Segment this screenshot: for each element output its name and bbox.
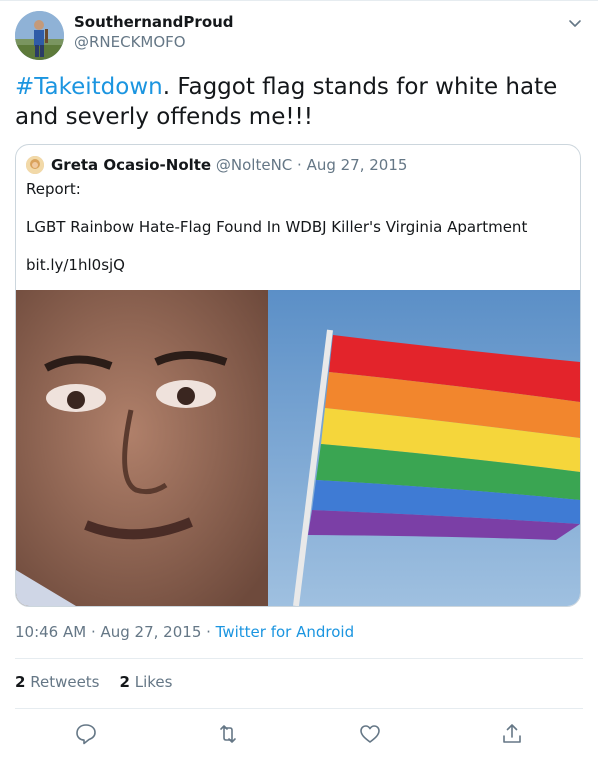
timestamp-text[interactable]: 10:46 AM · Aug 27, 2015 xyxy=(15,623,201,641)
retweet-icon xyxy=(220,725,236,743)
hashtag-link[interactable]: #Takeitdown xyxy=(15,74,163,100)
share-icon xyxy=(503,724,521,743)
author-name[interactable]: SouthernandProud xyxy=(74,13,234,31)
author-avatar[interactable] xyxy=(15,11,64,60)
quoted-text-line: Report: xyxy=(26,180,81,198)
quoted-author-name: Greta Ocasio-Nolte xyxy=(51,156,212,174)
quoted-author-handle: @NolteNC xyxy=(215,156,293,174)
reply-button[interactable] xyxy=(74,722,98,746)
likes-count: 2 xyxy=(119,673,130,691)
tweet-card: SouthernandProud @RNECKMOFO #Takeitdown.… xyxy=(0,0,598,757)
quoted-date: Aug 27, 2015 xyxy=(306,156,408,174)
quoted-separator: · xyxy=(292,156,307,174)
tweet-stats: 2 Retweets 2 Likes xyxy=(15,673,172,691)
tweet-timestamp: 10:46 AM · Aug 27, 2015 · Twitter for An… xyxy=(15,623,354,641)
top-divider xyxy=(0,0,598,1)
retweet-button[interactable] xyxy=(216,722,240,746)
likes-label: Likes xyxy=(134,673,173,691)
share-button[interactable] xyxy=(500,722,524,746)
likes-stat[interactable]: 2 Likes xyxy=(120,673,173,691)
tweet-text: #Takeitdown. Faggot flag stands for whit… xyxy=(15,72,575,132)
quoted-tweet[interactable]: Greta Ocasio-Nolte @NolteNC · Aug 27, 20… xyxy=(15,144,581,607)
quoted-text-line: LGBT Rainbow Hate-Flag Found In WDBJ Kil… xyxy=(26,218,528,236)
more-options-button[interactable] xyxy=(566,14,584,32)
divider xyxy=(15,708,583,709)
heart-icon xyxy=(360,725,380,743)
retweets-stat[interactable]: 2 Retweets xyxy=(15,673,100,691)
quoted-header: Greta Ocasio-Nolte @NolteNC · Aug 27, 20… xyxy=(51,156,407,174)
source-link[interactable]: Twitter for Android xyxy=(216,623,354,641)
quoted-author-avatar xyxy=(26,156,44,174)
meta-separator: · xyxy=(201,623,216,641)
quoted-link: bit.ly/1hl0sjQ xyxy=(26,256,125,274)
author-handle[interactable]: @RNECKMOFO xyxy=(74,33,186,51)
retweets-label: Retweets xyxy=(30,673,100,691)
reply-icon xyxy=(76,724,96,745)
like-button[interactable] xyxy=(358,722,382,746)
quoted-media-image[interactable] xyxy=(16,290,580,606)
divider xyxy=(15,658,583,659)
retweets-count: 2 xyxy=(15,673,26,691)
chevron-down-icon xyxy=(569,20,581,27)
